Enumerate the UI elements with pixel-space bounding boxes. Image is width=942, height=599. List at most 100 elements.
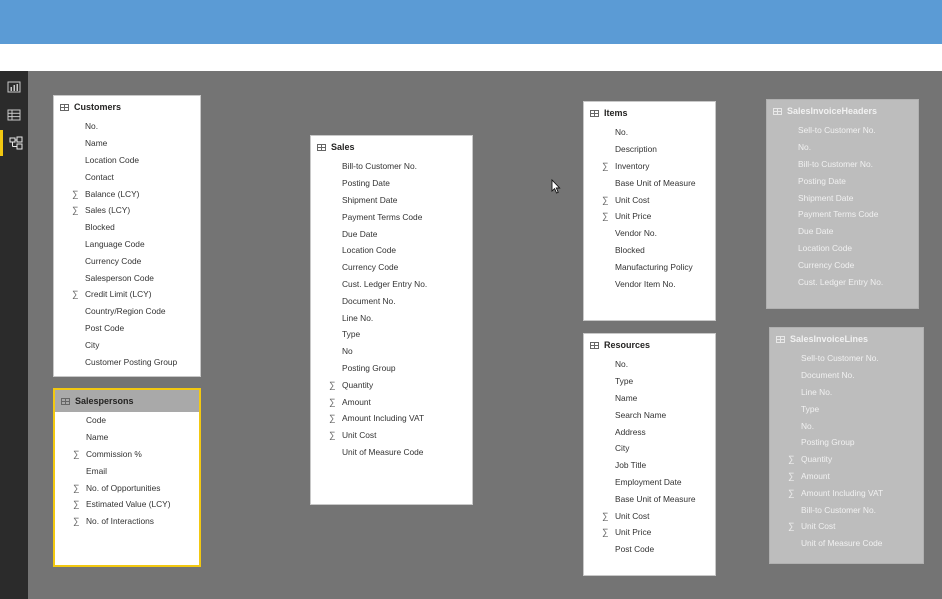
field-row[interactable]: Type xyxy=(311,326,472,343)
field-row[interactable]: ∑ Amount Including VAT xyxy=(770,484,923,501)
field-row[interactable]: Due Date xyxy=(767,223,918,240)
field-row[interactable]: ∑ Unit Price xyxy=(584,524,715,541)
field-row[interactable]: Due Date xyxy=(311,225,472,242)
field-row[interactable]: Bill-to Customer No. xyxy=(311,158,472,175)
field-row[interactable]: Unit of Measure Code xyxy=(770,535,923,552)
field-row[interactable]: Document No. xyxy=(770,367,923,384)
relationships-view-button[interactable] xyxy=(0,130,28,156)
field-row[interactable]: Line No. xyxy=(311,309,472,326)
field-row[interactable]: Posting Date xyxy=(767,172,918,189)
field-row[interactable]: ∑ Unit Cost xyxy=(770,518,923,535)
field-row[interactable]: ∑ Commission % xyxy=(55,446,199,463)
field-row[interactable]: ∑ Sales (LCY) xyxy=(54,202,200,219)
field-row[interactable]: Unit of Measure Code xyxy=(311,444,472,461)
field-row[interactable]: Manufacturing Policy xyxy=(584,258,715,275)
table-card-customers[interactable]: Customers No. Name Location Code Contact ∑ Ba… xyxy=(53,95,201,377)
field-row[interactable]: Base Unit of Measure xyxy=(584,174,715,191)
field-row[interactable]: Country/Region Code xyxy=(54,303,200,320)
field-row[interactable]: Location Code xyxy=(311,242,472,259)
field-row[interactable]: Customer Posting Group xyxy=(54,353,200,370)
field-row[interactable]: Location Code xyxy=(767,240,918,257)
field-row[interactable]: ∑ Amount xyxy=(770,468,923,485)
field-row[interactable]: Bill-to Customer No. xyxy=(767,156,918,173)
table-header[interactable]: SalesInvoiceLines xyxy=(770,328,923,350)
field-row[interactable]: Vendor No. xyxy=(584,225,715,242)
table-header[interactable]: Customers xyxy=(54,96,200,118)
field-row[interactable]: ∑ Amount xyxy=(311,393,472,410)
field-row[interactable]: Document No. xyxy=(311,292,472,309)
field-row[interactable]: Name xyxy=(584,390,715,407)
field-row[interactable]: Payment Terms Code xyxy=(767,206,918,223)
field-row[interactable]: Salesperson Code xyxy=(54,269,200,286)
field-row[interactable]: Search Name xyxy=(584,406,715,423)
field-row[interactable]: Bill-to Customer No. xyxy=(770,501,923,518)
table-header[interactable]: Items xyxy=(584,102,715,124)
field-row[interactable]: Name xyxy=(55,429,199,446)
field-row[interactable]: No. xyxy=(584,356,715,373)
field-row[interactable]: ∑ Quantity xyxy=(311,376,472,393)
field-row[interactable]: ∑ Estimated Value (LCY) xyxy=(55,496,199,513)
table-header[interactable]: Sales xyxy=(311,136,472,158)
field-row[interactable]: Code xyxy=(55,412,199,429)
field-row[interactable]: Line No. xyxy=(770,384,923,401)
field-row[interactable]: Currency Code xyxy=(767,256,918,273)
field-row[interactable]: ∑ Inventory xyxy=(584,158,715,175)
field-row[interactable]: Post Code xyxy=(54,320,200,337)
table-header[interactable]: Resources xyxy=(584,334,715,356)
field-row[interactable]: Currency Code xyxy=(311,259,472,276)
table-card-salespersons[interactable]: Salespersons Code Name ∑ Commission % Email ∑… xyxy=(53,388,201,567)
field-row[interactable]: City xyxy=(584,440,715,457)
field-row[interactable]: Cust. Ledger Entry No. xyxy=(311,276,472,293)
field-row[interactable]: Base Unit of Measure xyxy=(584,490,715,507)
field-row[interactable]: ∑ No. of Opportunities xyxy=(55,479,199,496)
field-row[interactable]: City xyxy=(54,336,200,353)
field-row[interactable]: Contact xyxy=(54,168,200,185)
field-row[interactable]: No. xyxy=(770,417,923,434)
field-row[interactable]: ∑ Balance (LCY) xyxy=(54,185,200,202)
field-row[interactable]: No. xyxy=(584,124,715,141)
field-row[interactable]: Vendor Item No. xyxy=(584,275,715,292)
field-row[interactable]: Blocked xyxy=(54,219,200,236)
table-card-resources[interactable]: Resources No. Type Name Search Name Address C… xyxy=(583,333,716,576)
field-row[interactable]: ∑ Credit Limit (LCY) xyxy=(54,286,200,303)
field-row[interactable]: Payment Terms Code xyxy=(311,208,472,225)
table-card-sales-invoice-headers[interactable]: SalesInvoiceHeaders Sell-to Customer No.… xyxy=(766,99,919,309)
field-row[interactable]: Type xyxy=(584,373,715,390)
field-row[interactable]: ∑ No. of Interactions xyxy=(55,513,199,530)
field-row[interactable]: Location Code xyxy=(54,152,200,169)
field-row[interactable]: Address xyxy=(584,423,715,440)
field-row[interactable]: ∑ Unit Cost xyxy=(584,507,715,524)
field-row[interactable]: Posting Date xyxy=(311,175,472,192)
field-row[interactable]: Blocked xyxy=(584,242,715,259)
field-row[interactable]: Employment Date xyxy=(584,474,715,491)
table-card-sales-invoice-lines[interactable]: SalesInvoiceLines Sell-to Customer No. Do… xyxy=(769,327,924,564)
field-row[interactable]: Type xyxy=(770,400,923,417)
field-row[interactable]: Sell-to Customer No. xyxy=(770,350,923,367)
table-header[interactable]: Salespersons xyxy=(55,390,199,412)
field-row[interactable]: Description xyxy=(584,141,715,158)
report-view-button[interactable] xyxy=(0,74,28,100)
field-row[interactable]: Posting Group xyxy=(770,434,923,451)
field-row[interactable]: Shipment Date xyxy=(311,192,472,209)
table-card-sales[interactable]: Sales Bill-to Customer No. Posting Date Sh… xyxy=(310,135,473,505)
field-row[interactable]: Name xyxy=(54,135,200,152)
field-row[interactable]: Cust. Ledger Entry No. xyxy=(767,273,918,290)
field-row[interactable]: Language Code xyxy=(54,236,200,253)
field-row[interactable]: No. xyxy=(767,139,918,156)
field-row[interactable]: ∑ Quantity xyxy=(770,451,923,468)
field-row[interactable]: Email xyxy=(55,462,199,479)
field-row[interactable]: Sell-to Customer No. xyxy=(767,122,918,139)
field-row[interactable]: Job Title xyxy=(584,457,715,474)
field-row[interactable]: ∑ Amount Including VAT xyxy=(311,410,472,427)
field-row[interactable]: Shipment Date xyxy=(767,189,918,206)
field-row[interactable]: ∑ Unit Cost xyxy=(584,191,715,208)
field-row[interactable]: Posting Group xyxy=(311,360,472,377)
field-row[interactable]: Post Code xyxy=(584,541,715,558)
relationships-canvas[interactable]: Customers No. Name Location Code Contact ∑ Ba… xyxy=(28,71,942,599)
field-row[interactable]: ∑ Unit Price xyxy=(584,208,715,225)
field-row[interactable]: No. xyxy=(54,118,200,135)
table-card-items[interactable]: Items No. Description ∑ Inventory Base Unit … xyxy=(583,101,716,321)
data-view-button[interactable] xyxy=(0,102,28,128)
table-header[interactable]: SalesInvoiceHeaders xyxy=(767,100,918,122)
field-row[interactable]: No xyxy=(311,343,472,360)
